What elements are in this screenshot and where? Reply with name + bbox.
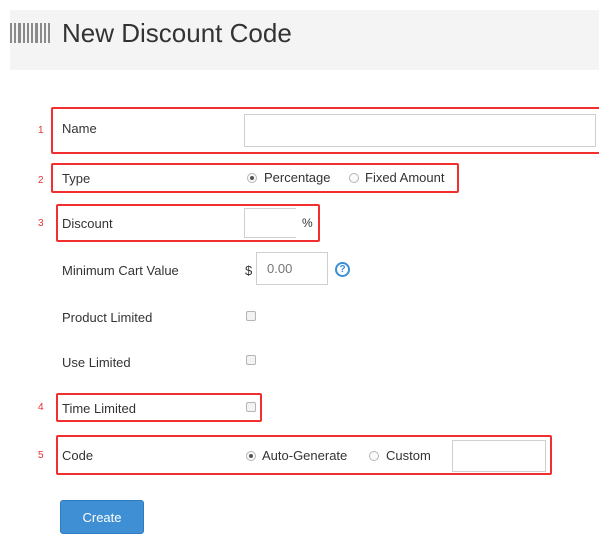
- type-fixed-amount-radio[interactable]: [349, 173, 359, 183]
- type-percentage-label[interactable]: Percentage: [264, 170, 331, 185]
- product-limited-label: Product Limited: [62, 310, 153, 325]
- discount-label: Discount: [62, 216, 113, 231]
- min-cart-label: Minimum Cart Value: [62, 263, 179, 278]
- type-label: Type: [62, 171, 91, 186]
- annotation-marker-2: 2: [38, 175, 44, 186]
- code-auto-generate-label[interactable]: Auto-Generate: [262, 448, 347, 463]
- type-percentage-radio[interactable]: [247, 173, 257, 183]
- code-custom-radio[interactable]: [369, 451, 379, 461]
- product-limited-checkbox[interactable]: [246, 311, 256, 321]
- annotation-marker-3: 3: [38, 218, 44, 229]
- discount-input[interactable]: [244, 208, 296, 238]
- use-limited-checkbox[interactable]: [246, 355, 256, 365]
- code-custom-label[interactable]: Custom: [386, 448, 431, 463]
- time-limited-label: Time Limited: [62, 401, 136, 416]
- percent-suffix: %: [302, 216, 313, 230]
- code-auto-generate-radio[interactable]: [246, 451, 256, 461]
- time-limited-checkbox[interactable]: [246, 402, 256, 412]
- question-circle-icon[interactable]: ?: [335, 262, 350, 277]
- name-label: Name: [62, 121, 97, 136]
- name-input[interactable]: [244, 114, 596, 147]
- use-limited-label: Use Limited: [62, 355, 131, 370]
- custom-code-input[interactable]: [452, 440, 546, 472]
- annotation-marker-4: 4: [38, 402, 44, 413]
- annotation-marker-5: 5: [38, 450, 44, 461]
- type-fixed-amount-label[interactable]: Fixed Amount: [365, 170, 445, 185]
- annotation-marker-1: 1: [38, 125, 44, 136]
- barcode-icon: [10, 23, 50, 43]
- min-cart-input[interactable]: [256, 252, 328, 285]
- code-label: Code: [62, 448, 94, 463]
- create-button[interactable]: Create: [60, 500, 144, 534]
- page-title: New Discount Code: [62, 18, 292, 48]
- currency-symbol: $: [245, 263, 253, 278]
